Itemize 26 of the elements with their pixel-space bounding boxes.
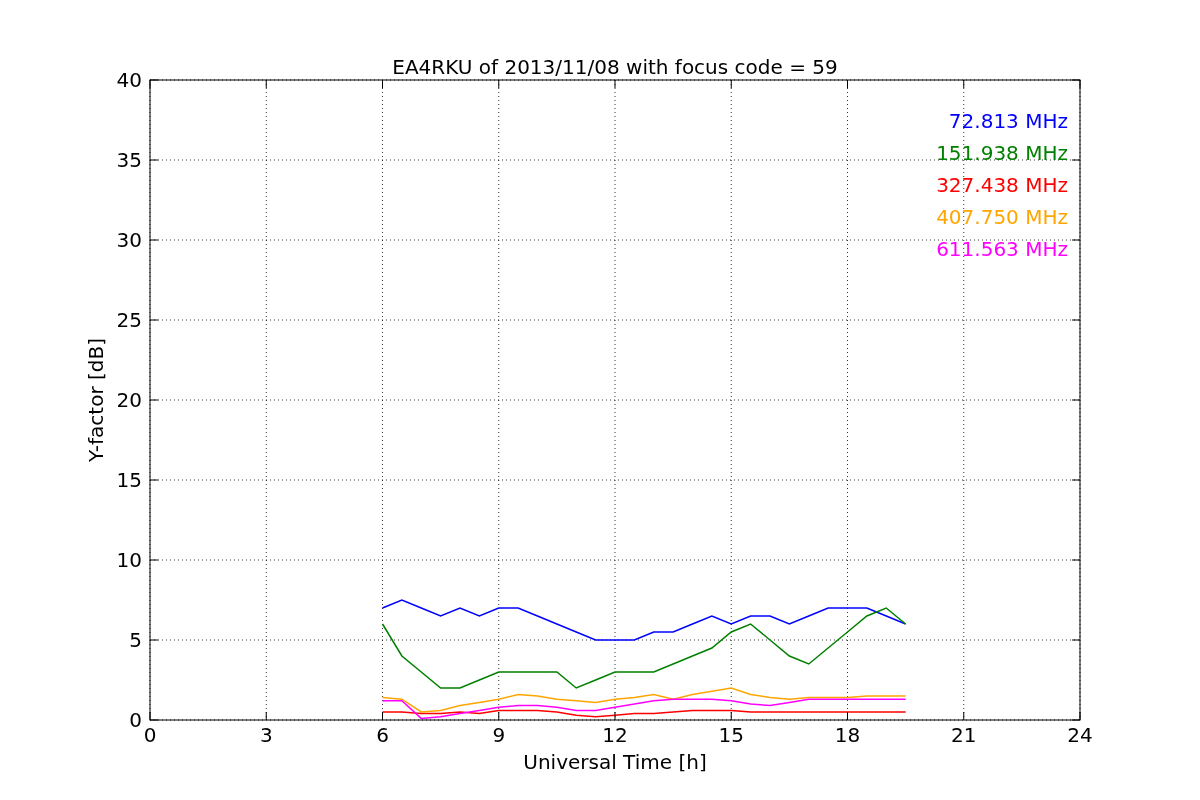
- x-tick-label: 15: [718, 723, 744, 747]
- y-tick-label: 35: [116, 148, 142, 172]
- y-tick-label: 0: [129, 708, 142, 732]
- legend-label: 327.438 MHz: [936, 173, 1068, 197]
- x-tick-label: 9: [492, 723, 506, 747]
- y-tick-label: 10: [116, 548, 142, 572]
- x-tick-label: 3: [259, 723, 273, 747]
- y-tick-label: 20: [116, 388, 142, 412]
- y-axis-label: Y-factor [dB]: [84, 338, 108, 462]
- x-tick-label: 18: [834, 723, 861, 747]
- x-axis-label: Universal Time [h]: [523, 750, 707, 774]
- y-tick-label: 5: [129, 628, 142, 652]
- y-tick-label: 15: [116, 468, 142, 492]
- legend-label: 611.563 MHz: [936, 237, 1068, 261]
- y-tick-label: 40: [116, 68, 142, 92]
- x-tick-label: 6: [376, 723, 389, 747]
- legend-label: 72.813 MHz: [948, 109, 1068, 133]
- x-tick-label: 12: [602, 723, 628, 747]
- x-tick-label: 21: [951, 723, 977, 747]
- x-tick-label: 24: [1067, 723, 1093, 747]
- y-tick-label: 25: [116, 308, 142, 332]
- y-tick-label: 30: [116, 228, 142, 252]
- chart-title: EA4RKU of 2013/11/08 with focus code = 59: [392, 55, 838, 79]
- legend-label: 407.750 MHz: [936, 205, 1068, 229]
- x-tick-label: 0: [143, 723, 157, 747]
- legend-label: 151.938 MHz: [936, 141, 1068, 165]
